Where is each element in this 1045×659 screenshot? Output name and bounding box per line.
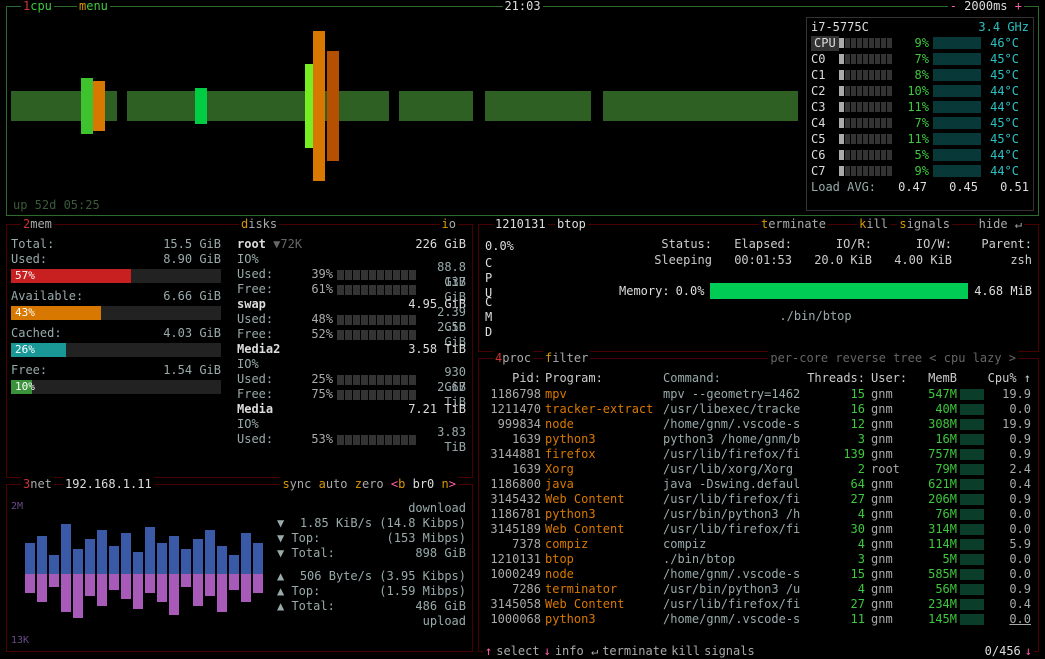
net-ip: 192.168.1.11	[63, 477, 154, 492]
process-row[interactable]: 3145058Web Content/usr/lib/firefox/fi27g…	[483, 597, 1034, 612]
process-row[interactable]: 1639python3python3 /home/gnm/b3gnm16M0.9	[483, 432, 1034, 447]
proc-opts[interactable]: per-core reverse tree < cpu lazy >	[768, 351, 1018, 366]
disks-list: root ▼72K226 GiBIO%Used:39%88.8 GiBFree:…	[237, 237, 466, 473]
cpu-core-row: C47%45°C	[811, 115, 1029, 131]
process-row[interactable]: 1186798mpvmpv --geometry=146215gnm547M19…	[483, 387, 1034, 402]
process-row[interactable]: 1000249node/home/gnm/.vscode-s15gnm585M0…	[483, 567, 1034, 582]
cpu-core-row: C79%44°C	[811, 163, 1029, 179]
process-row[interactable]: 7378compizcompiz4gnm114M5.9	[483, 537, 1034, 552]
cpu-core-table: i7-5775C 3.4 GHz CPU9%46°CC07%45°CC18%45…	[806, 17, 1034, 211]
disk-section: swap 4.95 GiBUsed:48%2.39 GiBFree:52%2.5…	[237, 297, 466, 342]
cpu-core-row: C311%44°C	[811, 99, 1029, 115]
filter-button[interactable]: filter	[543, 351, 590, 366]
detail-memory: Memory: 0.0% 4.68 MiB	[619, 283, 1032, 299]
cpu-model: i7-5775C	[811, 20, 869, 35]
cpu-title[interactable]: 1cpu	[21, 0, 54, 14]
process-row[interactable]: 1186781python3/usr/bin/python3 /h4gnm76M…	[483, 507, 1034, 522]
process-row[interactable]: 3145432Web Content/usr/lib/firefox/fi27g…	[483, 492, 1034, 507]
mem-cached-bar: 26%	[11, 343, 221, 357]
proc-footer[interactable]: ↑ select ↓ info ↵ terminate kill signals…	[483, 644, 1034, 659]
detail-pid: 1210131	[493, 217, 548, 232]
process-row[interactable]: 1639Xorg/usr/lib/xorg/Xorg2root79M2.4	[483, 462, 1034, 477]
io-toggle[interactable]: io	[440, 217, 458, 232]
signals-button[interactable]: signals	[897, 217, 952, 232]
uptime: up 52d 05:25	[13, 198, 100, 213]
net-panel: 3net 192.168.1.11 sync auto zero <b br0 …	[6, 484, 473, 652]
mem-avail-bar: 43%	[11, 306, 221, 320]
net-title[interactable]: 3net	[21, 477, 54, 492]
disk-section: root ▼72K226 GiBIO%Used:39%88.8 GiBFree:…	[237, 237, 466, 297]
process-row[interactable]: 3145189Web Content/usr/lib/firefox/fi30g…	[483, 522, 1034, 537]
cpu-core-row: C210%44°C	[811, 83, 1029, 99]
cpu-core-row: C07%45°C	[811, 51, 1029, 67]
process-row[interactable]: 1210131btop./bin/btop3gnm5M0.0	[483, 552, 1034, 567]
proc-header: Pid: Program: Command: Threads: User: Me…	[483, 371, 1034, 386]
process-row[interactable]: 1000068python3/home/gnm/.vscode-s11gnm14…	[483, 612, 1034, 627]
process-detail-panel: 1210131 btop terminate kill signals hide…	[478, 224, 1039, 352]
cpu-clock: 3.4 GHz	[978, 20, 1029, 35]
load-avg: Load AVG: 0.47 0.45 0.51	[811, 180, 1029, 195]
proc-title[interactable]: 4proc	[493, 351, 533, 366]
process-row[interactable]: 7286terminator/usr/bin/python3 /u4gnm56M…	[483, 582, 1034, 597]
kill-button[interactable]: kill	[857, 217, 890, 232]
detail-cmd: ./bin/btop	[599, 309, 1032, 324]
hide-button[interactable]: hide ↵	[977, 217, 1024, 232]
cpu-graph	[11, 17, 798, 195]
cpu-core-row: CPU9%46°C	[811, 35, 1029, 51]
clock: 21:03	[502, 0, 542, 14]
cpu-core-row: C511%45°C	[811, 131, 1029, 147]
mem-used-bar: 57%	[11, 269, 221, 283]
mem-title[interactable]: 2mem	[21, 217, 54, 232]
mem-free-bar: 10%	[11, 380, 221, 394]
disks-toggle[interactable]: disks	[239, 217, 279, 232]
process-list-panel: 4proc filter per-core reverse tree < cpu…	[478, 358, 1039, 652]
cpu-core-row: C65%44°C	[811, 147, 1029, 163]
process-row[interactable]: 1186800javajava -Dswing.defaul64gnm621M0…	[483, 477, 1034, 492]
update-rate[interactable]: - 2000ms +	[948, 0, 1024, 14]
detail-cpu-pct: 0.0%	[485, 239, 514, 254]
process-row[interactable]: 1211470tracker-extract/usr/libexec/track…	[483, 402, 1034, 417]
process-row[interactable]: 3144881firefox/usr/lib/firefox/fi139gnm7…	[483, 447, 1034, 462]
net-opts[interactable]: sync auto zero <b br0 n>	[280, 477, 458, 492]
process-row[interactable]: 999834node/home/gnm/.vscode-s12gnm308M19…	[483, 417, 1034, 432]
upload-label: upload	[423, 614, 466, 629]
net-graph: 2M 13K	[11, 501, 269, 647]
download-label: download	[408, 501, 466, 516]
terminate-button[interactable]: terminate	[759, 217, 828, 232]
menu-button[interactable]: menu	[77, 0, 110, 14]
cpu-core-row: C18%45°C	[811, 67, 1029, 83]
mem-panel: 2mem disks io Total:15.5 GiB Used:8.90 G…	[6, 224, 473, 478]
detail-name: btop	[555, 217, 588, 232]
cpu-panel: 1cpu menu 21:03 - 2000ms + up 52d 05:25 …	[6, 6, 1039, 216]
disk-section: Media 7.21 TiBIO%Used:53%3.83 TiB	[237, 402, 466, 447]
disk-section: Media2 3.58 TiBIO%Used:25%930 GiBFree:75…	[237, 342, 466, 402]
